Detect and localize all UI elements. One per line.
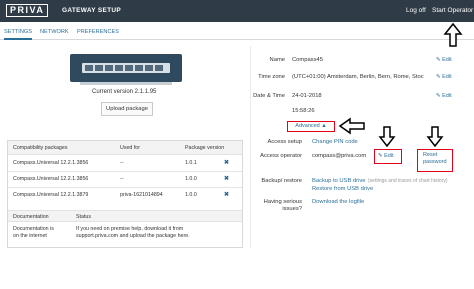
down-arrow-icon [426,126,444,148]
up-arrow-icon [443,22,463,47]
down-arrow-icon [378,126,396,148]
left-arrow-icon [338,117,365,135]
annotation-arrows [338,22,463,148]
